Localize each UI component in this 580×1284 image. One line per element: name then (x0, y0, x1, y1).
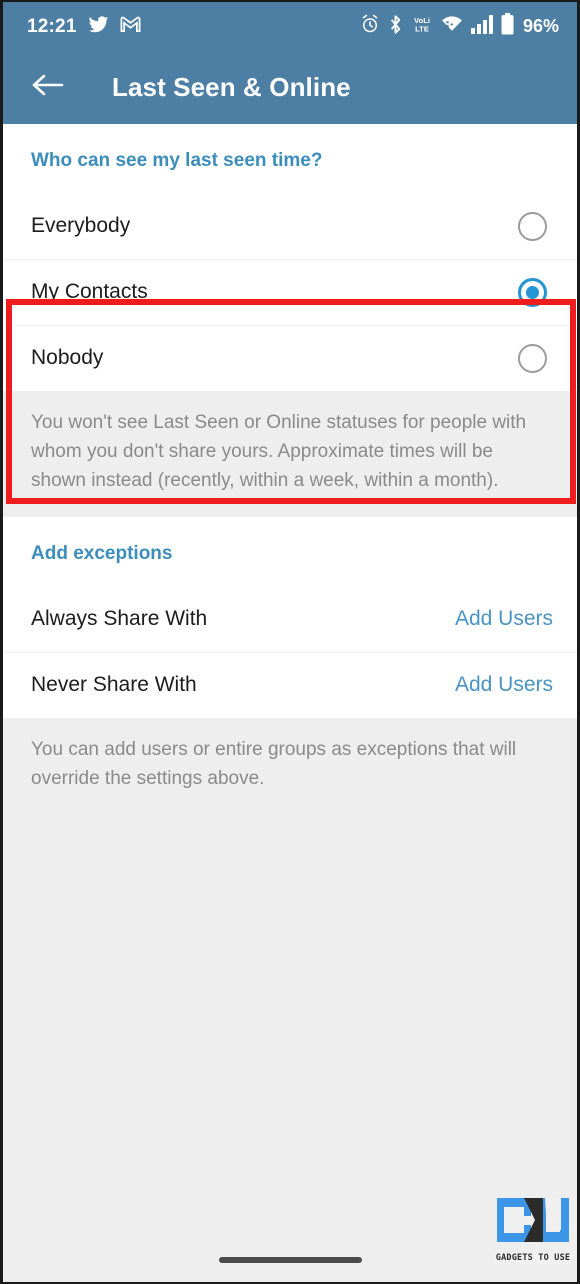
battery-icon (501, 13, 514, 40)
exceptions-note: You can add users or entire groups as ex… (3, 718, 577, 819)
status-bar-left: 12:21 (27, 14, 141, 40)
cellular-signal-icon (470, 14, 493, 39)
bluetooth-icon (388, 14, 403, 40)
radio-row-my-contacts[interactable]: My Contacts (3, 259, 577, 325)
row-always-share-with[interactable]: Always Share With Add Users (3, 586, 577, 652)
label-always-share-with: Always Share With (31, 607, 208, 630)
arrow-left-icon (32, 72, 64, 103)
settings-content: Who can see my last seen time? Everybody… (3, 124, 577, 1282)
add-users-button-always[interactable]: Add Users (455, 607, 553, 631)
radio-label-my-contacts: My Contacts (31, 280, 148, 303)
alarm-icon (360, 14, 380, 39)
home-gesture-pill[interactable] (218, 1257, 362, 1263)
add-users-button-never[interactable]: Add Users (455, 673, 553, 697)
gesture-nav-bar (3, 1238, 577, 1282)
radio-button-everybody[interactable] (518, 211, 547, 241)
exceptions-section: Add exceptions Always Share With Add Use… (3, 517, 577, 718)
watermark-text: GADGETS TO USE (493, 1253, 573, 1264)
exceptions-section-header: Add exceptions (3, 517, 577, 586)
gmail-icon (120, 16, 141, 38)
wifi-icon (441, 14, 463, 39)
twitter-icon (88, 14, 109, 40)
app-bar: Last Seen & Online (3, 51, 577, 124)
status-bar-clock: 12:21 (27, 15, 77, 37)
volte-icon: VoLi LTE (411, 14, 433, 39)
label-never-share-with: Never Share With (31, 673, 197, 696)
last-seen-note: You won't see Last Seen or Online status… (3, 391, 577, 517)
svg-text:LTE: LTE (415, 25, 429, 34)
radio-row-everybody[interactable]: Everybody (3, 193, 577, 259)
radio-button-my-contacts[interactable] (518, 277, 547, 307)
back-button[interactable] (30, 70, 66, 106)
gu-logo-icon (493, 1196, 573, 1253)
battery-percent-label: 96% (522, 16, 559, 36)
radio-label-nobody: Nobody (31, 346, 104, 369)
last-seen-section-header: Who can see my last seen time? (3, 124, 577, 193)
page-title: Last Seen & Online (112, 72, 351, 102)
radio-label-everybody: Everybody (31, 214, 131, 237)
radio-row-nobody[interactable]: Nobody (3, 325, 577, 391)
status-bar-right: VoLi LTE 96% (360, 13, 559, 40)
watermark: GADGETS TO USE (493, 1196, 573, 1264)
status-bar: 12:21 VoLi LTE 96% (3, 2, 577, 51)
phone-screen: 12:21 VoLi LTE 96% Last Seen & Online Wh… (0, 0, 580, 1284)
radio-button-nobody[interactable] (518, 343, 547, 373)
row-never-share-with[interactable]: Never Share With Add Users (3, 652, 577, 718)
